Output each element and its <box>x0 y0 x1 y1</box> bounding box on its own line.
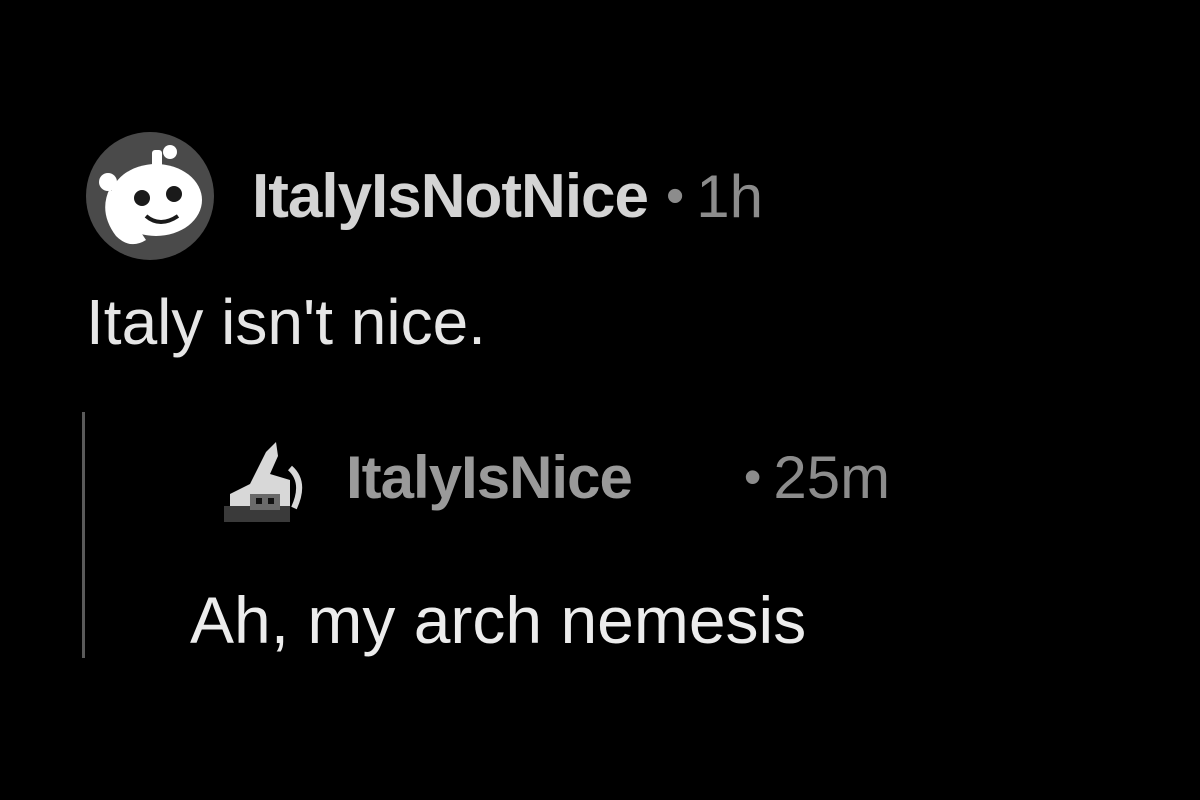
meta-separator: • <box>666 167 685 225</box>
parent-comment-header: ItalyIsNotNice • 1h <box>86 128 1146 264</box>
parent-comment-body: Italy isn't nice. <box>86 286 486 358</box>
reply-timestamp: 25m <box>773 443 891 511</box>
reply-comment-body: Ah, my arch nemesis <box>190 583 807 657</box>
parent-timestamp: 1h <box>696 162 763 230</box>
reply-meta-separator: • <box>743 449 762 505</box>
parent-comment: ItalyIsNotNice • 1h Italy isn't nice. <box>86 128 1146 362</box>
snoo-avatar-icon[interactable] <box>86 132 214 260</box>
parent-username[interactable]: ItalyIsNotNice <box>252 161 649 232</box>
reply-thread: ItalyIsNice • 25m Ah, my arch nemesis <box>82 412 1162 658</box>
reply-comment-header: ItalyIsNice • 25m <box>210 422 890 532</box>
reply-username[interactable]: ItalyIsNice <box>346 443 633 512</box>
thread-line[interactable] <box>82 412 85 658</box>
pixel-avatar-icon[interactable] <box>210 422 320 532</box>
